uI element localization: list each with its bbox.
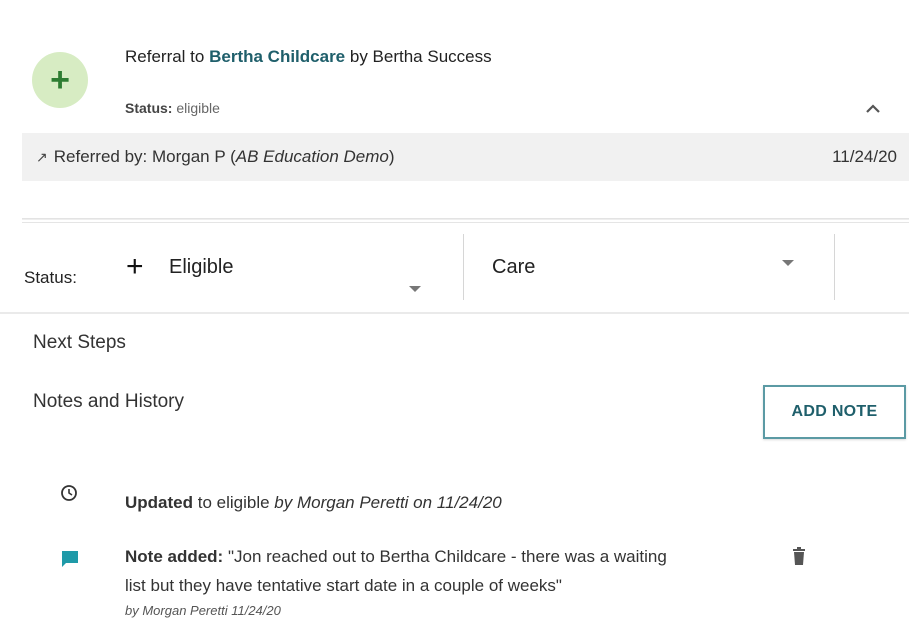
referred-by-org: AB Education Demo <box>235 147 389 166</box>
status-row-label: Status: <box>24 268 77 287</box>
history-note-line2: list but they have tentative start date … <box>125 576 562 595</box>
add-note-button[interactable]: ADD NOTE <box>763 385 906 439</box>
referral-title-suffix: by Bertha Success <box>345 47 492 66</box>
divider <box>22 222 909 223</box>
referral-title: Referral to Bertha Childcare by Bertha S… <box>125 47 492 67</box>
dropdown-caret-icon <box>409 286 421 292</box>
referred-by-bar: ↗ Referred by: Morgan P (AB Education De… <box>22 133 909 181</box>
referral-status: Status: eligible <box>125 100 220 116</box>
select-separator <box>463 234 464 300</box>
chat-icon <box>62 551 78 567</box>
category-select-value: Care <box>492 256 536 278</box>
next-steps-heading: Next Steps <box>33 332 126 353</box>
referred-by-text: Referred by: Morgan P (AB Education Demo… <box>53 147 395 166</box>
provider-link[interactable]: Bertha Childcare <box>209 47 345 66</box>
status-row: Status: + Eligible Care <box>0 232 909 312</box>
trash-icon[interactable] <box>792 547 806 565</box>
plus-icon: + <box>126 250 144 283</box>
history-note-byline: by Morgan Peretti 11/24/20 <box>125 603 281 618</box>
status-select-value: Eligible <box>169 256 234 278</box>
clock-icon <box>61 485 77 501</box>
chevron-up-icon[interactable] <box>864 100 882 118</box>
status-select[interactable]: + Eligible <box>126 250 442 292</box>
referral-status-label: Status: <box>125 100 173 116</box>
history-update-entry: Updated to eligible by Morgan Peretti on… <box>125 493 502 512</box>
select-separator <box>834 234 835 300</box>
notes-history-heading: Notes and History <box>33 391 185 412</box>
divider <box>0 312 909 314</box>
referral-title-prefix: Referral to <box>125 47 210 66</box>
arrow-up-right-icon: ↗ <box>36 148 48 165</box>
referral-date: 11/24/20 <box>832 147 897 166</box>
history-note-entry: Note added: "Jon reached out to Bertha C… <box>125 547 667 566</box>
referral-plus-icon: + <box>32 52 88 108</box>
referral-status-value: eligible <box>172 100 220 116</box>
dropdown-caret-icon <box>782 260 794 266</box>
